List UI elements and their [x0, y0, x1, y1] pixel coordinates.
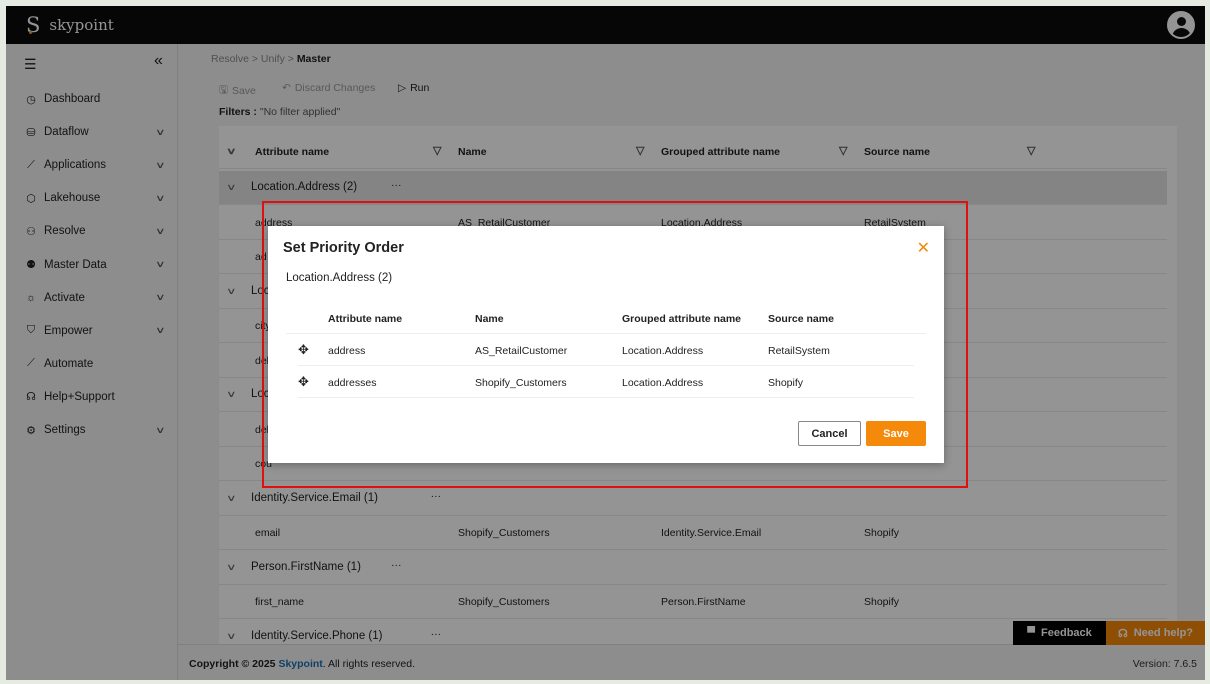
dialog-table-header: Attribute name Name Grouped attribute name…: [286, 302, 926, 334]
dialog-cell: Location.Address: [622, 345, 704, 357]
app-window: S skypoint ☰ « ◷ Dashboard ⛁ Dataflow ∨ ⟋ Appl…: [6, 6, 1205, 680]
dialog-cell: Shopify: [768, 377, 804, 389]
dialog-column-header: Source name: [768, 313, 834, 325]
dialog-column-header: Attribute name: [328, 313, 403, 325]
dialog-cell: Location.Address: [622, 377, 704, 389]
drag-handle-icon[interactable]: ✥: [298, 374, 309, 390]
dialog-title: Set Priority Order: [283, 240, 404, 256]
dialog-table-row[interactable]: ✥ address AS_RetailCustomer Location.Addres…: [298, 334, 914, 366]
save-dialog-button[interactable]: Save: [866, 421, 926, 446]
dialog-table-row[interactable]: ✥ addresses Shopify_Customers Location.Addr…: [298, 366, 914, 398]
dialog-cell: AS_RetailCustomer: [475, 345, 568, 357]
set-priority-order-dialog: Set Priority Order ✕ Location.Address (2…: [268, 226, 944, 463]
dialog-subtitle: Location.Address (2): [286, 272, 393, 284]
dialog-column-header: Grouped attribute name: [622, 313, 742, 325]
drag-handle-icon[interactable]: ✥: [298, 342, 309, 358]
close-icon[interactable]: ✕: [917, 238, 930, 258]
dialog-cell: Shopify_Customers: [475, 377, 567, 389]
cancel-button[interactable]: Cancel: [798, 421, 861, 446]
dialog-cell: address: [328, 345, 366, 357]
dialog-cell: RetailSystem: [768, 345, 830, 357]
dialog-column-header: Name: [475, 313, 504, 325]
dialog-cell: addresses: [328, 377, 377, 389]
